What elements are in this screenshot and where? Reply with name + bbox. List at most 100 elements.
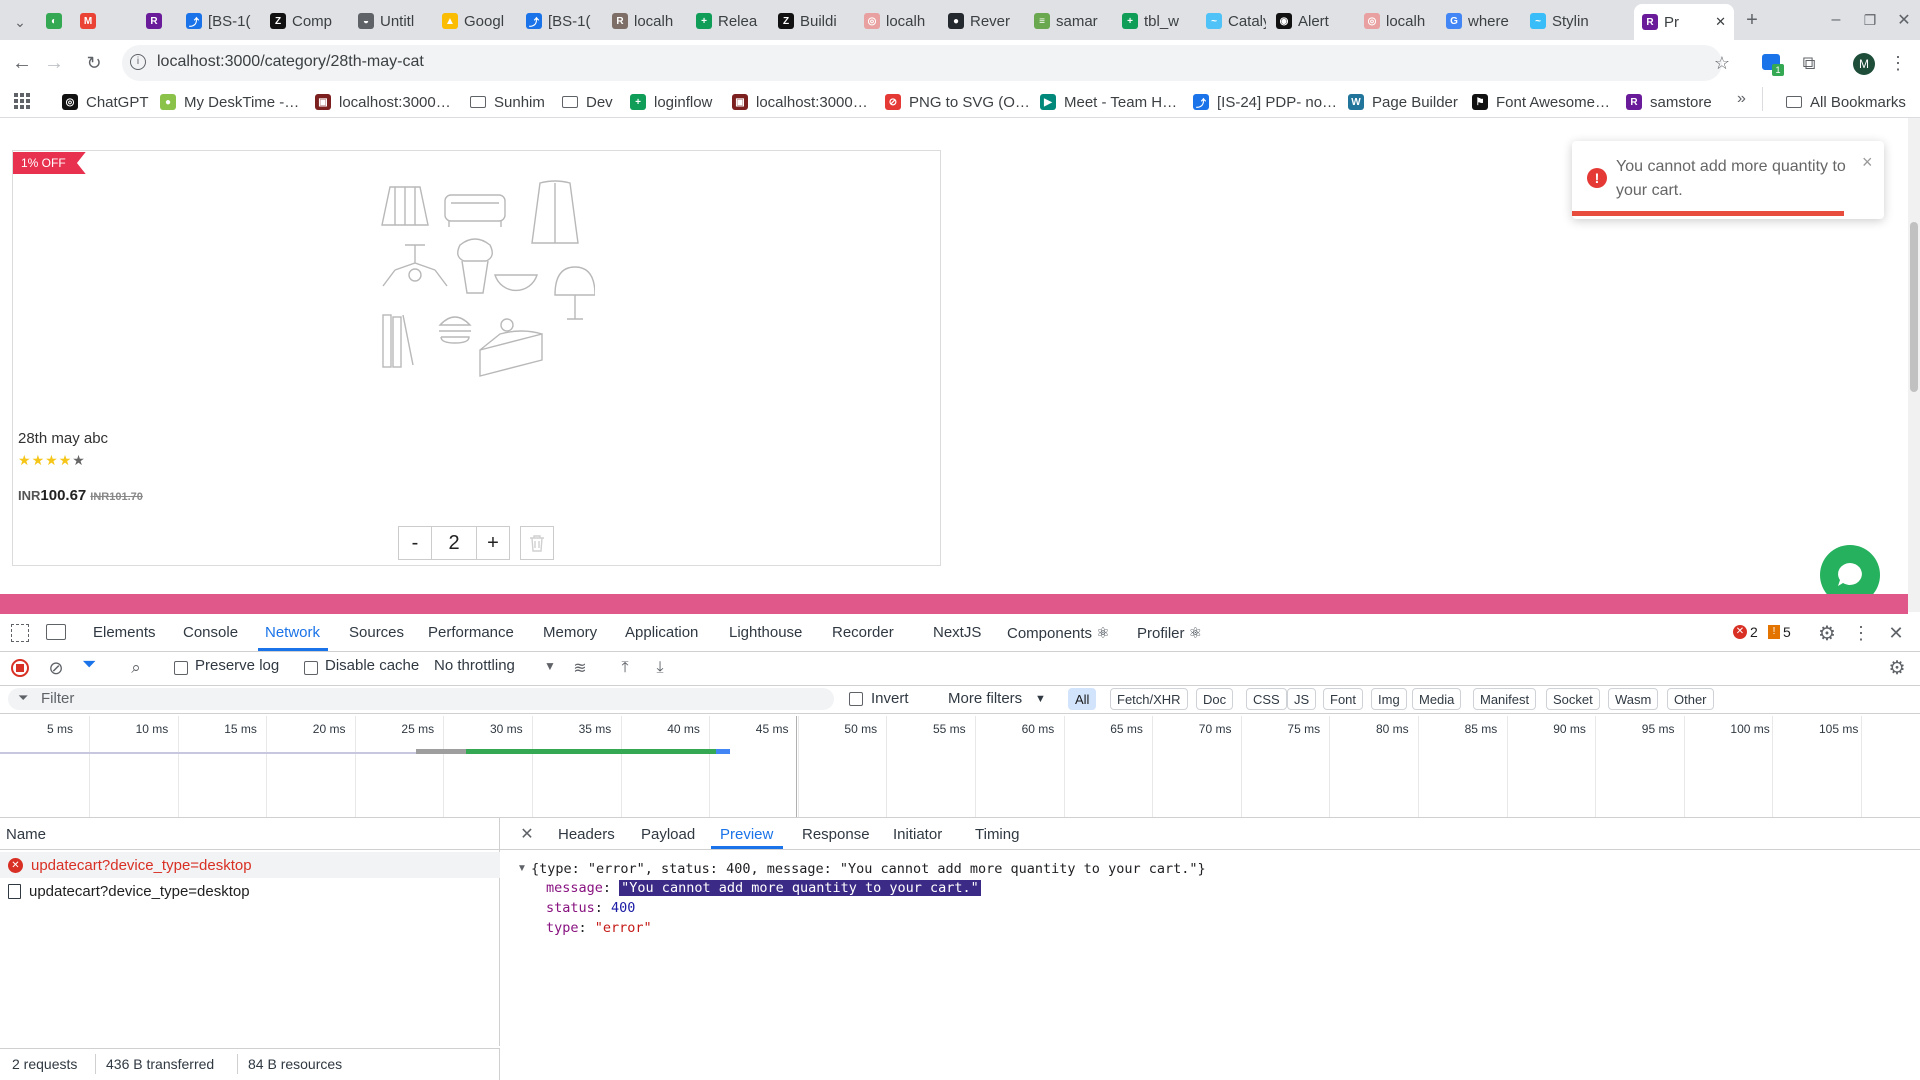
detail-tab-timing[interactable]: Timing — [975, 826, 1019, 843]
export-har-icon[interactable]: ⤓ — [644, 652, 676, 684]
type-filter-all[interactable]: All — [1068, 688, 1097, 710]
site-info-icon[interactable]: i — [130, 54, 146, 70]
devtools-tab-nextjs[interactable]: NextJS — [933, 624, 981, 641]
new-tab-icon[interactable]: + — [1736, 4, 1768, 36]
detail-tab-payload[interactable]: Payload — [641, 826, 695, 843]
devtools-tab-performance[interactable]: Performance — [428, 624, 514, 641]
more-filters-chevron-icon[interactable]: ▼ — [1035, 693, 1046, 705]
browser-tab[interactable]: ~ Cataly — [1198, 6, 1266, 36]
browser-menu-icon[interactable]: ⋮ — [1882, 47, 1914, 79]
clear-log-icon[interactable]: ⊘ — [40, 652, 72, 684]
request-row[interactable]: updatecart?device_type=desktop — [0, 878, 500, 904]
inspect-element-icon[interactable] — [11, 624, 29, 642]
apps-grid-icon[interactable] — [14, 93, 30, 109]
browser-tab-active[interactable]: R Pr ✕ — [1634, 4, 1734, 40]
type-filter-fetch-xhr[interactable]: Fetch/XHR — [1110, 688, 1188, 710]
bookmark-item[interactable]: ⚑ Font Awesome… — [1472, 90, 1610, 114]
devtools-tab-elements[interactable]: Elements — [93, 624, 156, 641]
devtools-tab-profiler[interactable]: Profiler ⚛ — [1137, 624, 1202, 642]
minimize-icon[interactable]: – — [1820, 4, 1852, 36]
decrease-quantity-button[interactable]: - — [398, 526, 432, 560]
type-filter-css[interactable]: CSS — [1246, 688, 1287, 710]
all-bookmarks-button[interactable]: All Bookmarks — [1786, 90, 1906, 114]
preview-message-row[interactable]: message: "You cannot add more quantity t… — [546, 880, 981, 896]
import-har-icon[interactable]: ⤒ — [609, 652, 641, 684]
preview-type-row[interactable]: type: "error" — [546, 920, 652, 936]
product-image[interactable] — [355, 175, 596, 415]
network-settings-icon[interactable]: ⚙ — [1881, 652, 1913, 684]
devtools-tab-memory[interactable]: Memory — [543, 624, 597, 641]
invert-checkbox[interactable] — [849, 692, 863, 706]
devtools-close-icon[interactable]: ✕ — [1880, 617, 1912, 649]
disable-cache-checkbox[interactable] — [304, 661, 318, 675]
browser-tab[interactable]: R — [138, 6, 172, 36]
device-toolbar-icon[interactable] — [46, 624, 66, 640]
filter-input[interactable] — [8, 688, 834, 710]
scrollbar-thumb[interactable] — [1910, 222, 1918, 392]
devtools-tab-lighthouse[interactable]: Lighthouse — [729, 624, 802, 641]
bookmark-item[interactable]: ● My DeskTime -… — [160, 90, 299, 114]
bookmark-item[interactable]: ▶ Meet - Team H… — [1040, 90, 1177, 114]
type-filter-img[interactable]: Img — [1371, 688, 1407, 710]
bookmark-item[interactable]: Sunhim — [470, 90, 545, 114]
throttling-chevron-icon[interactable]: ▼ — [544, 659, 556, 673]
remove-from-cart-button[interactable] — [520, 526, 554, 560]
browser-tab[interactable]: + tbl_w — [1114, 6, 1196, 36]
devtools-tab-components[interactable]: Components ⚛ — [1007, 624, 1110, 642]
devtools-tab-network[interactable]: Network — [265, 624, 320, 641]
bookmark-item[interactable]: ⤴ [IS-24] PDP- no… — [1193, 90, 1337, 114]
type-filter-js[interactable]: JS — [1287, 688, 1317, 710]
bookmark-item[interactable]: W Page Builder — [1348, 90, 1458, 114]
devtools-tab-console[interactable]: Console — [183, 624, 238, 641]
type-filter-font[interactable]: Font — [1323, 688, 1364, 710]
reload-icon[interactable]: ↻ — [78, 47, 110, 79]
more-bookmarks-chevron-icon[interactable]: » — [1737, 90, 1746, 108]
type-filter-doc[interactable]: Doc — [1196, 688, 1234, 710]
devtools-tab-recorder[interactable]: Recorder — [832, 624, 894, 641]
bookmark-item[interactable]: ◎ ChatGPT — [62, 90, 149, 114]
preview-status-row[interactable]: status: 400 — [546, 900, 635, 916]
bookmark-item[interactable]: Rsamstore — [1626, 90, 1712, 114]
devtools-tab-sources[interactable]: Sources — [349, 624, 404, 641]
browser-tab[interactable]: + Relea — [688, 6, 768, 36]
url-text[interactable]: localhost:3000/category/28th-may-cat — [157, 53, 424, 71]
type-filter-wasm[interactable]: Wasm — [1608, 688, 1659, 710]
type-filter-other[interactable]: Other — [1667, 688, 1714, 710]
bookmark-star-icon[interactable]: ☆ — [1706, 47, 1738, 79]
browser-tab[interactable]: M — [72, 6, 106, 36]
browser-tab[interactable]: ⤴ [BS-1( — [518, 6, 602, 36]
browser-tab[interactable]: ◐ — [38, 6, 72, 36]
forward-icon[interactable]: → — [38, 47, 70, 79]
browser-tab[interactable]: Z Buildi — [770, 6, 854, 36]
preview-summary[interactable]: {type: "error", status: 400, message: "Y… — [531, 861, 1206, 877]
browser-tab[interactable]: Rlocalh — [604, 6, 686, 36]
toast-close-icon[interactable]: × — [1862, 152, 1873, 173]
browser-tab[interactable]: Gwhere — [1438, 6, 1520, 36]
back-icon[interactable]: ← — [6, 47, 38, 79]
devtools-settings-icon[interactable]: ⚙ — [1811, 617, 1843, 649]
browser-tab[interactable]: ~ Stylin — [1522, 6, 1604, 36]
product-name[interactable]: 28th may abc — [18, 430, 108, 447]
bookmark-item[interactable]: + loginflow — [630, 90, 712, 114]
more-filters-dropdown[interactable]: More filters — [948, 690, 1022, 707]
request-row[interactable]: ✕ updatecart?device_type=desktop — [0, 852, 500, 878]
name-column-header[interactable]: Name — [6, 826, 46, 843]
browser-tab[interactable]: ▲ Googl — [434, 6, 516, 36]
error-counter[interactable]: ✕ 2 — [1733, 624, 1758, 640]
browser-tab[interactable]: ◎ localh — [1356, 6, 1436, 36]
bookmark-item[interactable]: ▣ localhost:3000… — [315, 90, 451, 114]
browser-tab[interactable]: Z Comp — [262, 6, 346, 36]
throttling-select[interactable]: No throttling — [434, 657, 515, 674]
increase-quantity-button[interactable]: + — [476, 526, 510, 560]
type-filter-socket[interactable]: Socket — [1546, 688, 1600, 710]
browser-tab[interactable]: ⤴ [BS-1( — [178, 6, 260, 36]
detail-tab-preview[interactable]: Preview — [720, 826, 773, 843]
extensions-puzzle-icon[interactable]: ⧉ — [1793, 47, 1825, 79]
devtools-tab-application[interactable]: Application — [625, 624, 698, 641]
bookmark-item[interactable]: ▣ localhost:3000… — [732, 90, 868, 114]
bookmark-item[interactable]: ⊘ PNG to SVG (O… — [885, 90, 1030, 114]
tab-close-icon[interactable]: ✕ — [1715, 14, 1726, 30]
browser-tab[interactable]: ◒ Untitl — [350, 6, 432, 36]
record-stop-button[interactable] — [11, 659, 29, 677]
network-conditions-icon[interactable]: ≋ — [564, 652, 596, 684]
